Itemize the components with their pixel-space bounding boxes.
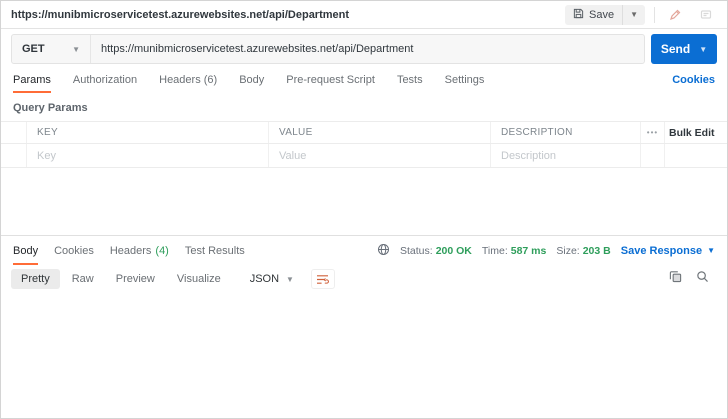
request-tab-settings[interactable]: Settings <box>445 67 485 93</box>
key-column-header: KEY <box>37 127 58 138</box>
query-params-table: KEY VALUE DESCRIPTION ••• Bulk Edit Key … <box>1 121 727 168</box>
cookies-link[interactable]: Cookies <box>672 74 715 86</box>
select-column-header <box>1 122 27 143</box>
comments-icon[interactable] <box>695 5 717 25</box>
save-response-chevron: ▼ <box>707 246 715 255</box>
bulk-edit-button[interactable]: Bulk Edit <box>669 127 715 139</box>
format-value: JSON <box>249 273 280 285</box>
view-tab-pretty[interactable]: Pretty <box>11 269 60 289</box>
request-url-row: GET ▼ https://munibmicroservicetest.azur… <box>1 29 727 67</box>
response-tab-test-results[interactable]: Test Results <box>185 236 245 265</box>
method-value: GET <box>22 43 45 55</box>
response-toolbar-actions <box>669 270 717 288</box>
search-icon[interactable] <box>696 270 709 288</box>
save-response-button[interactable]: Save Response ▼ <box>621 245 715 257</box>
table-header-row: KEY VALUE DESCRIPTION ••• Bulk Edit <box>1 122 727 144</box>
view-tab-visualize[interactable]: Visualize <box>167 269 231 289</box>
table-row: Key Value Description <box>1 144 727 168</box>
response-view-toolbar: Pretty Raw Preview Visualize JSON ▼ <box>1 265 727 293</box>
request-tab-tests[interactable]: Tests <box>397 67 423 93</box>
send-options-chevron[interactable]: ▼ <box>699 45 707 54</box>
save-options-chevron[interactable]: ▼ <box>622 4 645 25</box>
size-value: 203 B <box>582 244 611 257</box>
save-button[interactable]: Save ▼ <box>565 4 645 25</box>
titlebar-actions: Save ▼ <box>565 4 717 25</box>
time-value: 587 ms <box>510 244 547 257</box>
response-tabs: Body Cookies Headers (4) Test Results Status… <box>1 236 727 265</box>
network-globe-icon[interactable] <box>377 243 390 259</box>
request-tab-body[interactable]: Body <box>239 67 264 93</box>
url-bar: GET ▼ https://munibmicroservicetest.azur… <box>11 34 645 64</box>
request-tab-title: https://munibmicroservicetest.azurewebsi… <box>11 8 350 21</box>
format-select[interactable]: JSON ▼ <box>241 269 303 289</box>
titlebar-divider <box>654 6 655 23</box>
send-button[interactable]: Send ▼ <box>651 34 717 64</box>
request-tab-headers-6[interactable]: Headers (6) <box>159 67 217 93</box>
description-column-header: DESCRIPTION <box>501 127 573 138</box>
size-badge: Size: 203 B <box>556 244 611 257</box>
method-chevron-icon: ▼ <box>72 44 80 54</box>
value-input[interactable]: Value <box>279 150 480 162</box>
status-value: 200 OK <box>435 244 472 257</box>
send-button-label: Send <box>660 42 691 56</box>
response-panel: Body Cookies Headers (4) Test Results Status… <box>1 235 727 418</box>
response-tab-cookies[interactable]: Cookies <box>54 236 94 265</box>
view-tab-raw[interactable]: Raw <box>62 269 104 289</box>
save-button-label: Save <box>589 8 615 21</box>
response-tab-headers[interactable]: Headers (4) <box>110 236 169 265</box>
wrap-text-button[interactable] <box>310 269 335 289</box>
view-tab-preview[interactable]: Preview <box>106 269 165 289</box>
request-tabs: Params Authorization Headers (6) Body Pre-re… <box>1 67 727 93</box>
request-tab-authorization[interactable]: Authorization <box>73 67 137 93</box>
time-badge: Time: 587 ms <box>481 244 547 257</box>
postman-request-window: https://munibmicroservicetest.azurewebsi… <box>0 0 728 419</box>
value-column-header: VALUE <box>279 127 313 138</box>
url-input[interactable]: https://munibmicroservicetest.azurewebsi… <box>90 35 644 63</box>
method-select[interactable]: GET ▼ <box>12 35 90 63</box>
request-tab-pre-request-script[interactable]: Pre-request Script <box>286 67 375 93</box>
key-input[interactable]: Key <box>37 150 258 162</box>
response-meta: Status: 200 OK Time: 587 ms Size: 203 B … <box>377 243 715 259</box>
tab-count-badge: (4) <box>155 244 169 257</box>
status-badge: Status: 200 OK <box>400 244 472 257</box>
format-chevron-icon: ▼ <box>286 274 294 284</box>
request-title-bar: https://munibmicroservicetest.azurewebsi… <box>1 1 727 29</box>
save-icon <box>573 8 584 22</box>
response-tab-body[interactable]: Body <box>13 236 39 265</box>
row-select-cell <box>1 144 27 167</box>
edit-icon[interactable] <box>664 5 686 25</box>
request-tab-params[interactable]: Params <box>13 67 51 93</box>
more-options-icon[interactable]: ••• <box>647 128 658 137</box>
copy-icon[interactable] <box>669 270 682 288</box>
description-input[interactable]: Description <box>501 150 630 162</box>
url-value: https://munibmicroservicetest.azurewebsi… <box>101 43 414 55</box>
query-params-title: Query Params <box>13 102 88 114</box>
